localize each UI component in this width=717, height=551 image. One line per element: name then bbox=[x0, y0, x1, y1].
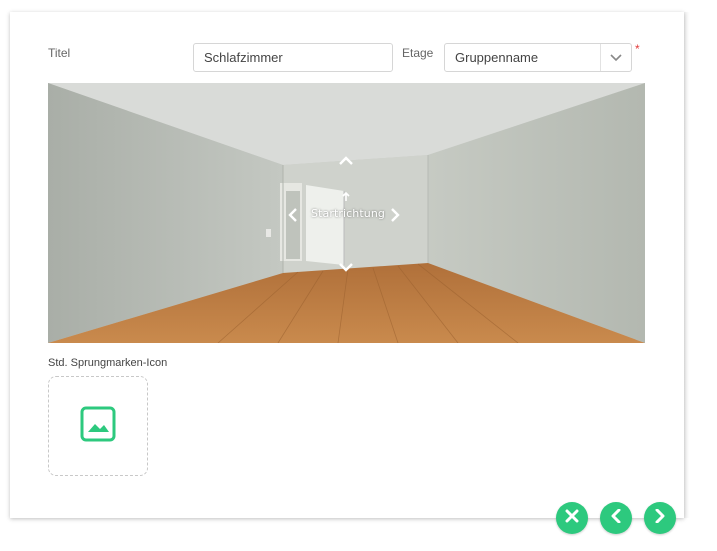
image-icon bbox=[80, 406, 116, 447]
title-input[interactable]: Schlafzimmer bbox=[193, 43, 393, 72]
title-input-value: Schlafzimmer bbox=[204, 50, 283, 65]
previous-button[interactable] bbox=[600, 502, 632, 534]
chevron-left-icon bbox=[611, 508, 621, 528]
floor-select[interactable]: Gruppenname bbox=[444, 43, 632, 72]
next-button[interactable] bbox=[644, 502, 676, 534]
floor-select-value: Gruppenname bbox=[455, 50, 539, 65]
icon-upload-dropzone[interactable] bbox=[48, 376, 148, 476]
start-direction-label: Startrichtung bbox=[311, 207, 386, 220]
chevron-right-icon bbox=[655, 508, 665, 528]
chevron-down-icon[interactable] bbox=[600, 44, 631, 71]
pan-up-icon[interactable] bbox=[337, 152, 355, 168]
title-label: Titel bbox=[48, 46, 71, 60]
pan-left-icon[interactable] bbox=[284, 207, 300, 223]
pan-right-icon[interactable] bbox=[387, 207, 403, 223]
card-edge bbox=[684, 12, 690, 518]
cancel-button[interactable] bbox=[556, 502, 588, 534]
floor-label: Etage bbox=[402, 46, 434, 60]
start-direction-icon bbox=[340, 191, 352, 203]
required-mark: * bbox=[635, 42, 640, 56]
pan-down-icon[interactable] bbox=[337, 259, 355, 275]
close-icon bbox=[565, 509, 579, 528]
icon-section-label: Std. Sprungmarken-Icon bbox=[48, 357, 168, 369]
